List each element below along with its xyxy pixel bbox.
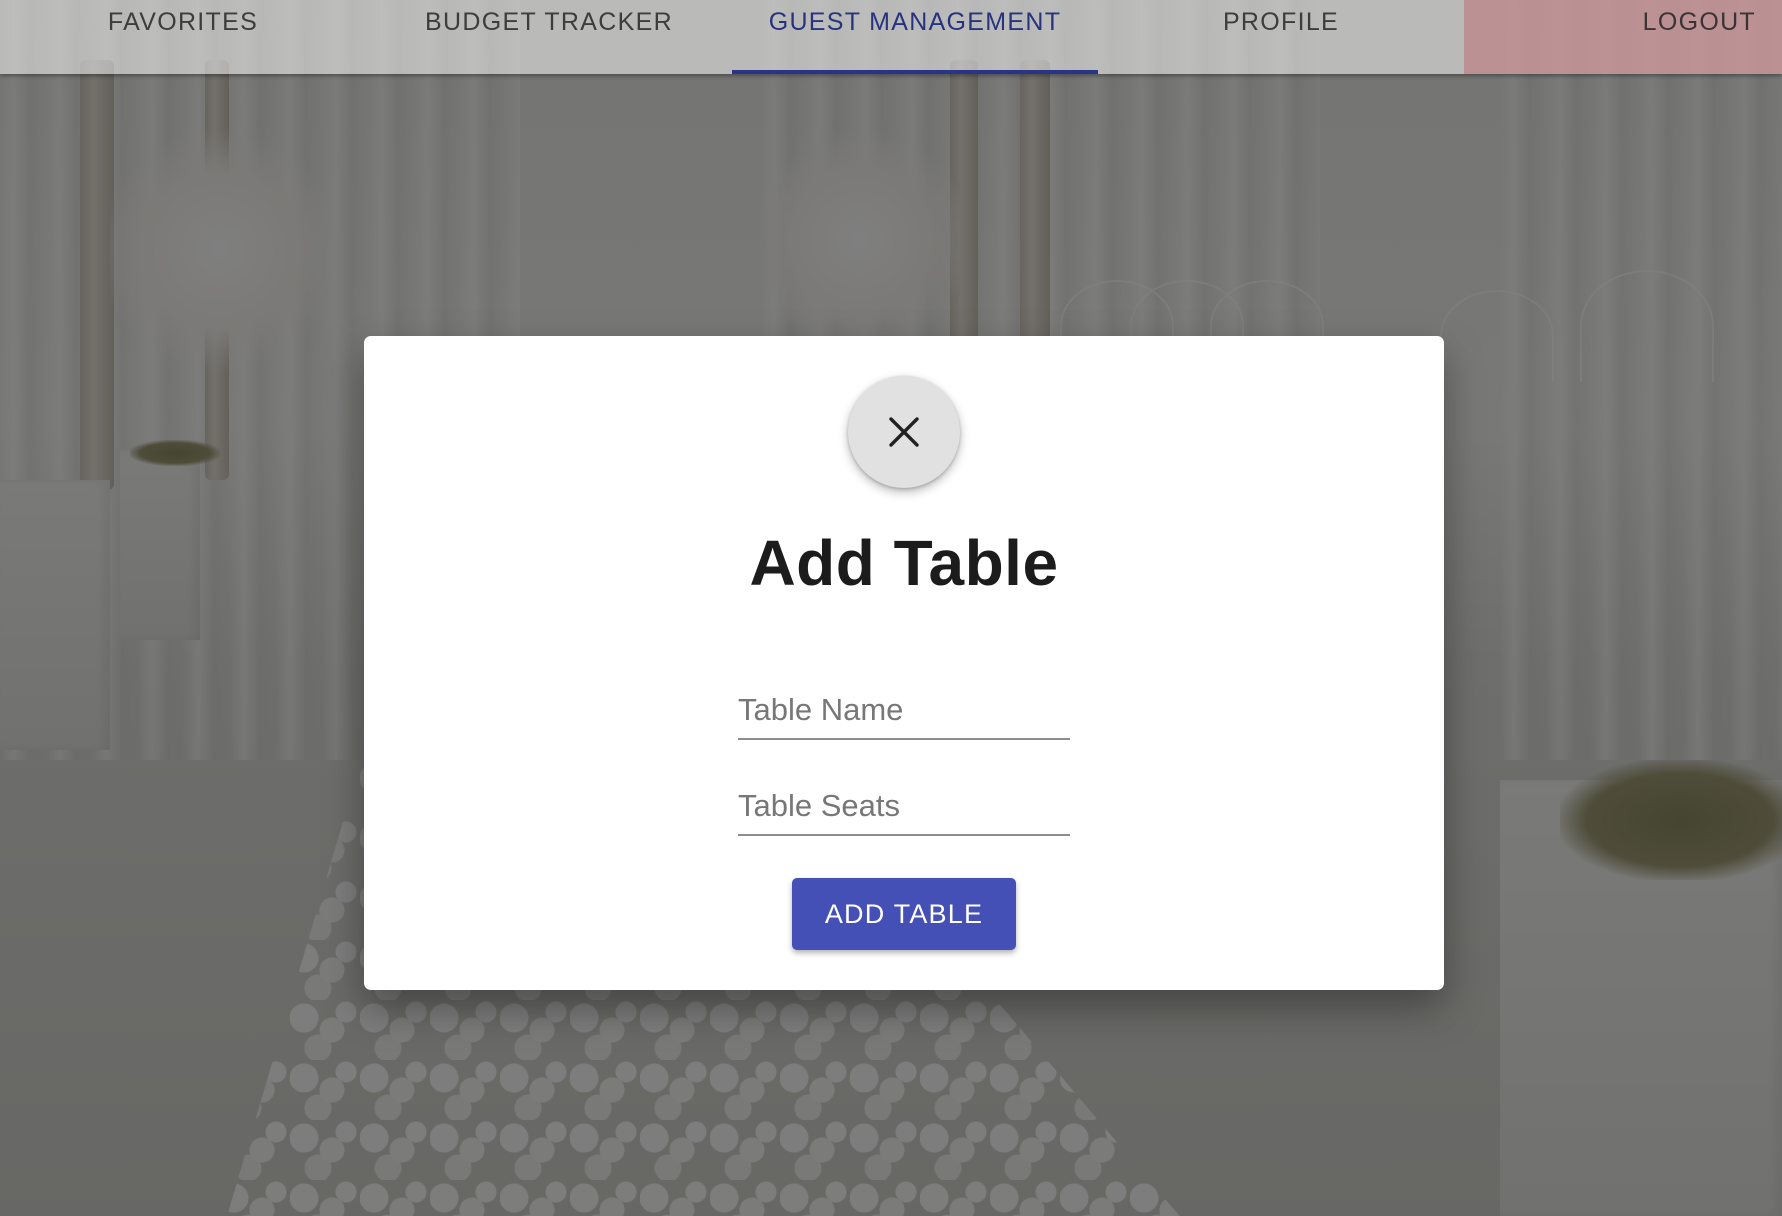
close-button[interactable]	[848, 376, 960, 488]
table-seats-input[interactable]	[738, 788, 1070, 836]
tab-budget-tracker[interactable]: BUDGET TRACKER	[366, 0, 732, 74]
add-table-dialog: Add Table ADD TABLE	[364, 336, 1444, 990]
tab-guest-management[interactable]: GUEST MANAGEMENT	[732, 0, 1098, 74]
page: FAVORITES BUDGET TRACKER GUEST MANAGEMEN…	[0, 0, 1782, 1216]
logout-button[interactable]: LOGOUT	[1464, 0, 1782, 74]
dialog-title: Add Table	[749, 527, 1059, 599]
table-name-input[interactable]	[738, 692, 1070, 740]
add-table-button[interactable]: ADD TABLE	[792, 878, 1016, 950]
tab-profile[interactable]: PROFILE	[1098, 0, 1464, 74]
close-icon	[887, 415, 921, 449]
table-name-field	[738, 692, 1070, 740]
tab-favorites[interactable]: FAVORITES	[0, 0, 366, 74]
top-nav: FAVORITES BUDGET TRACKER GUEST MANAGEMEN…	[0, 0, 1782, 74]
table-seats-field	[738, 788, 1070, 836]
